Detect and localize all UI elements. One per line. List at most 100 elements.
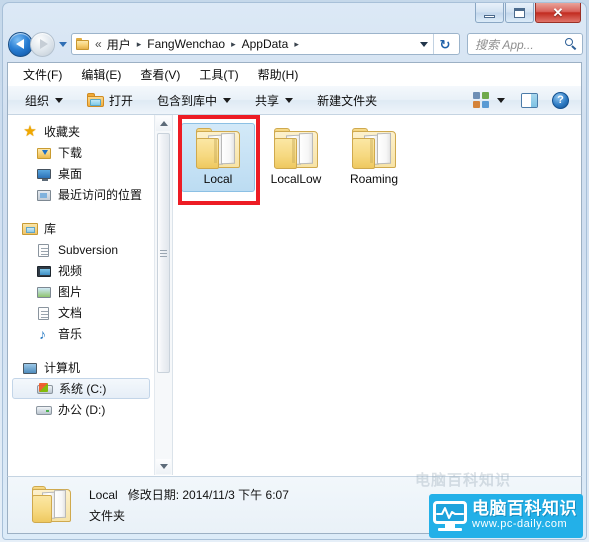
title-bar: ✕ bbox=[3, 3, 586, 28]
minimize-button[interactable] bbox=[475, 3, 504, 23]
sidebar-item-system-drive[interactable]: 系统 (C:) bbox=[12, 378, 150, 399]
minimize-icon bbox=[484, 14, 495, 18]
sidebar-item-documents[interactable]: 文档 bbox=[8, 302, 154, 323]
sidebar-divider bbox=[8, 344, 154, 357]
breadcrumb-separator-icon[interactable]: ▸ bbox=[294, 39, 299, 49]
monitor-pulse-icon bbox=[433, 501, 467, 531]
sidebar-item-office-drive-label: 办公 (D:) bbox=[58, 402, 106, 417]
sidebar-item-desktop[interactable]: 桌面 bbox=[8, 163, 154, 184]
downloads-icon bbox=[36, 145, 52, 161]
explorer-window: ✕ « 用户 ▸ FangWenchao ▸ AppData ▸ ↻ 搜索 Ap… bbox=[0, 0, 589, 542]
preview-pane-icon[interactable] bbox=[521, 92, 538, 108]
share-button[interactable]: 共享 bbox=[248, 88, 300, 113]
refresh-button[interactable]: ↻ bbox=[433, 34, 456, 54]
view-chevron-down-icon[interactable] bbox=[497, 97, 505, 103]
sidebar-item-music[interactable]: 音乐 bbox=[8, 323, 154, 344]
scroll-up-button[interactable] bbox=[156, 116, 171, 131]
folder-icon bbox=[272, 128, 320, 170]
details-text: Local 修改日期: 2014/11/3 下午 6:07 文件夹 bbox=[89, 486, 289, 524]
sidebar-group-computer[interactable]: 计算机 bbox=[8, 357, 154, 378]
file-item-roaming[interactable]: Roaming bbox=[337, 123, 411, 192]
sidebar-item-recent-places[interactable]: 最近访问的位置 bbox=[8, 184, 154, 205]
sidebar-group-favorites[interactable]: ★ 收藏夹 bbox=[8, 121, 154, 142]
details-folder-icon bbox=[30, 486, 73, 524]
file-item-local[interactable]: Local bbox=[181, 123, 255, 193]
breadcrumb-users[interactable]: 用户 bbox=[106, 35, 132, 54]
chevron-down-icon bbox=[223, 97, 232, 103]
menu-bar: 文件(F) 编辑(E) 查看(V) 工具(T) 帮助(H) bbox=[8, 63, 581, 86]
scroll-down-button[interactable] bbox=[156, 459, 171, 474]
sidebar-item-system-drive-label: 系统 (C:) bbox=[59, 381, 107, 396]
sidebar-group-favorites-label: 收藏夹 bbox=[44, 124, 81, 139]
sidebar-item-videos[interactable]: 视频 bbox=[8, 260, 154, 281]
navigation-scrollbar[interactable] bbox=[154, 115, 172, 475]
sidebar-item-subversion[interactable]: Subversion bbox=[8, 239, 154, 260]
sidebar-item-pictures[interactable]: 图片 bbox=[8, 281, 154, 302]
computer-icon bbox=[22, 360, 38, 376]
file-list-pane[interactable]: Local LocalLow Roaming bbox=[172, 115, 581, 475]
menu-help[interactable]: 帮助(H) bbox=[251, 64, 306, 85]
star-icon: ★ bbox=[23, 122, 37, 140]
breadcrumb-overflow-icon[interactable]: « bbox=[95, 38, 102, 50]
subversion-icon bbox=[36, 242, 52, 258]
video-icon bbox=[36, 263, 52, 279]
new-folder-button[interactable]: 新建文件夹 bbox=[310, 88, 384, 113]
pulse-line-icon bbox=[436, 507, 464, 519]
sidebar-group-computer-label: 计算机 bbox=[44, 360, 81, 375]
open-folder-icon bbox=[87, 93, 105, 107]
file-item-roaming-label: Roaming bbox=[349, 172, 399, 186]
help-icon[interactable]: ? bbox=[552, 91, 569, 109]
menu-edit[interactable]: 编辑(E) bbox=[74, 64, 128, 85]
breadcrumb-appdata[interactable]: AppData bbox=[241, 36, 290, 52]
sidebar-group-libraries[interactable]: 库 bbox=[8, 218, 154, 239]
address-dropdown-button[interactable] bbox=[412, 41, 433, 47]
sidebar-item-downloads[interactable]: 下载 bbox=[8, 142, 154, 163]
breadcrumb-fangwenchao[interactable]: FangWenchao bbox=[146, 36, 226, 52]
include-in-library-button[interactable]: 包含到库中 bbox=[150, 88, 238, 113]
menu-file[interactable]: 文件(F) bbox=[16, 64, 69, 85]
search-placeholder: 搜索 App... bbox=[475, 37, 534, 52]
close-icon: ✕ bbox=[552, 5, 564, 20]
close-button[interactable]: ✕ bbox=[535, 3, 581, 23]
sidebar-item-desktop-label: 桌面 bbox=[58, 166, 83, 181]
address-folder-icon bbox=[76, 38, 90, 50]
breadcrumb-separator-icon[interactable]: ▸ bbox=[231, 39, 236, 49]
forward-button[interactable] bbox=[30, 31, 55, 57]
client-area: 文件(F) 编辑(E) 查看(V) 工具(T) 帮助(H) 组织 打开 包含到库… bbox=[7, 62, 582, 476]
organize-label: 组织 bbox=[25, 93, 50, 108]
forward-arrow-icon bbox=[39, 39, 48, 49]
system-drive-icon bbox=[37, 381, 53, 397]
include-in-library-label: 包含到库中 bbox=[157, 93, 218, 108]
maximize-button[interactable] bbox=[505, 3, 534, 23]
watermark-url: www.pc-daily.com bbox=[472, 518, 568, 531]
sidebar-item-recent-places-label: 最近访问的位置 bbox=[58, 187, 143, 202]
search-icon bbox=[565, 37, 578, 51]
change-view-icon[interactable] bbox=[473, 92, 489, 108]
new-folder-label: 新建文件夹 bbox=[317, 93, 378, 108]
menu-tools[interactable]: 工具(T) bbox=[192, 64, 245, 85]
sidebar-item-pictures-label: 图片 bbox=[58, 284, 83, 299]
organize-button[interactable]: 组织 bbox=[18, 88, 70, 113]
chevron-down-icon bbox=[55, 97, 64, 103]
search-input[interactable]: 搜索 App... bbox=[467, 33, 583, 55]
open-button[interactable]: 打开 bbox=[80, 88, 140, 113]
details-item-name: Local bbox=[89, 488, 118, 502]
watermark-text: 电脑百科知识 www.pc-daily.com bbox=[472, 500, 577, 531]
address-bar[interactable]: « 用户 ▸ FangWenchao ▸ AppData ▸ ↻ bbox=[71, 33, 460, 55]
documents-icon bbox=[36, 305, 52, 321]
menu-view[interactable]: 查看(V) bbox=[133, 64, 187, 85]
file-item-locallow-label: LocalLow bbox=[270, 172, 322, 186]
history-dropdown-icon[interactable] bbox=[59, 41, 67, 47]
sidebar-item-subversion-label: Subversion bbox=[58, 242, 119, 257]
chevron-down-icon bbox=[285, 97, 294, 103]
file-item-local-label: Local bbox=[203, 172, 233, 186]
file-item-locallow[interactable]: LocalLow bbox=[259, 123, 333, 192]
details-modified-date: 修改日期: 2014/11/3 下午 6:07 bbox=[127, 488, 289, 502]
scrollbar-thumb[interactable] bbox=[157, 133, 170, 373]
sidebar-item-downloads-label: 下载 bbox=[58, 145, 83, 160]
details-item-type: 文件夹 bbox=[89, 509, 126, 523]
pictures-icon bbox=[36, 284, 52, 300]
sidebar-item-office-drive[interactable]: 办公 (D:) bbox=[8, 399, 154, 420]
folder-icon bbox=[194, 128, 242, 170]
breadcrumb-separator-icon[interactable]: ▸ bbox=[137, 39, 142, 49]
